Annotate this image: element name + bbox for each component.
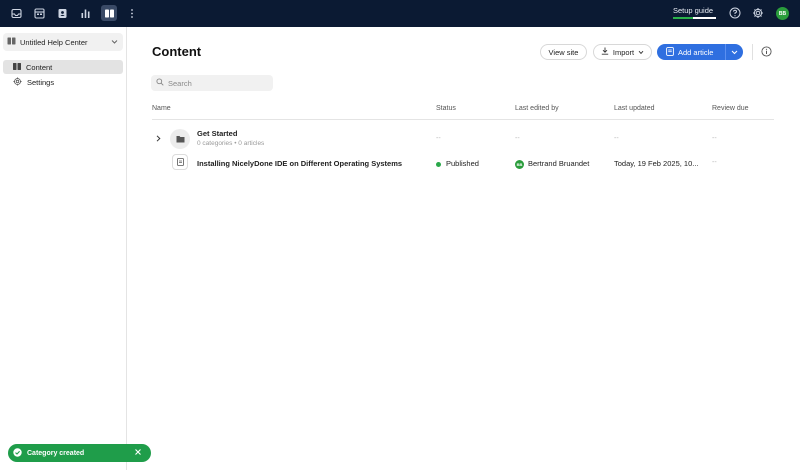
editor-name: Bertrand Bruandet xyxy=(528,159,590,168)
setup-guide-label: Setup guide xyxy=(673,6,714,15)
help-icon[interactable] xyxy=(729,7,741,19)
add-article-dropdown[interactable] xyxy=(726,48,743,57)
add-article-button[interactable]: Add article xyxy=(657,44,743,60)
last-edited-value: -- xyxy=(515,135,520,142)
chevron-right-icon[interactable] xyxy=(156,135,161,144)
book-icon xyxy=(13,62,21,72)
last-updated-value: -- xyxy=(614,135,619,142)
article-title[interactable]: Installing NicelyDone IDE on Different O… xyxy=(197,159,402,168)
article-icon xyxy=(666,46,674,58)
review-due-value: -- xyxy=(712,135,717,142)
download-icon xyxy=(601,47,609,57)
table-header: Name Status Last edited by Last updated … xyxy=(152,100,774,120)
column-header-name[interactable]: Name xyxy=(152,105,171,112)
setup-progress-fill xyxy=(673,17,693,19)
view-site-label: View site xyxy=(548,47,579,57)
table-row[interactable]: Installing NicelyDone IDE on Different O… xyxy=(152,150,774,180)
import-button[interactable]: Import xyxy=(593,44,652,60)
article-doc-icon xyxy=(172,154,188,170)
content-table: Name Status Last edited by Last updated … xyxy=(152,100,774,170)
chevron-down-icon xyxy=(731,48,738,57)
add-article-label: Add article xyxy=(678,47,714,57)
close-icon[interactable] xyxy=(134,448,142,458)
setup-progress-remaining xyxy=(693,17,716,19)
calendar-icon[interactable] xyxy=(32,6,46,20)
view-site-button[interactable]: View site xyxy=(540,44,587,60)
page-title: Content xyxy=(152,44,202,59)
status-text: Published xyxy=(446,159,479,168)
column-header-status[interactable]: Status xyxy=(436,105,456,112)
check-circle-icon xyxy=(13,447,22,459)
search-box[interactable] xyxy=(151,75,273,91)
import-label: Import xyxy=(612,47,635,57)
column-header-review-due[interactable]: Review due xyxy=(712,105,749,112)
knowledge-icon[interactable] xyxy=(101,5,117,21)
inbox-icon[interactable] xyxy=(9,6,23,20)
folder-icon xyxy=(170,129,190,149)
setup-guide-progress xyxy=(673,17,716,19)
help-center-selector[interactable]: Untitled Help Center xyxy=(3,33,123,51)
status-value: -- xyxy=(436,135,441,142)
published-dot xyxy=(436,161,441,167)
sidebar-item-settings[interactable]: Settings xyxy=(3,75,123,89)
last-updated-value: Today, 19 Feb 2025, 10... xyxy=(614,159,699,168)
info-icon[interactable] xyxy=(761,46,772,59)
folder-meta: 0 categories • 0 articles xyxy=(197,140,265,147)
toolbar-divider xyxy=(752,44,753,60)
sidebar-item-label: Settings xyxy=(27,77,55,87)
chevron-down-icon xyxy=(638,48,644,57)
column-header-last-updated[interactable]: Last updated xyxy=(614,105,654,112)
reports-icon[interactable] xyxy=(78,6,92,20)
help-center-name: Untitled Help Center xyxy=(20,37,88,47)
sidebar: Untitled Help Center Content Settings xyxy=(0,27,127,470)
search-icon xyxy=(156,78,164,88)
editor-avatar: BB xyxy=(515,159,524,169)
status-badge: Published xyxy=(436,159,479,168)
search-input[interactable] xyxy=(168,78,268,88)
sidebar-item-label: Content xyxy=(26,62,53,72)
gear-icon xyxy=(13,77,22,88)
review-due-value: -- xyxy=(712,159,717,166)
toast-message: Category created xyxy=(27,449,85,457)
folder-name[interactable]: Get Started xyxy=(197,129,237,138)
sidebar-item-content[interactable]: Content xyxy=(3,60,123,74)
add-article-main[interactable]: Add article xyxy=(657,44,725,60)
setup-guide[interactable]: Setup guide xyxy=(673,6,717,19)
top-bar: Setup guide BB xyxy=(0,0,800,27)
last-edited-by: BB Bertrand Bruandet xyxy=(515,159,589,169)
column-header-last-edited-by[interactable]: Last edited by xyxy=(515,105,559,112)
contacts-icon[interactable] xyxy=(55,6,69,20)
toast-notification: Category created xyxy=(8,444,151,462)
help-center-icon xyxy=(7,37,16,47)
table-row[interactable]: Get Started 0 categories • 0 articles --… xyxy=(152,120,774,150)
more-icon[interactable] xyxy=(125,6,139,20)
chevron-down-icon xyxy=(111,38,118,47)
settings-gear-icon[interactable] xyxy=(752,7,764,19)
user-avatar[interactable]: BB xyxy=(776,7,789,20)
